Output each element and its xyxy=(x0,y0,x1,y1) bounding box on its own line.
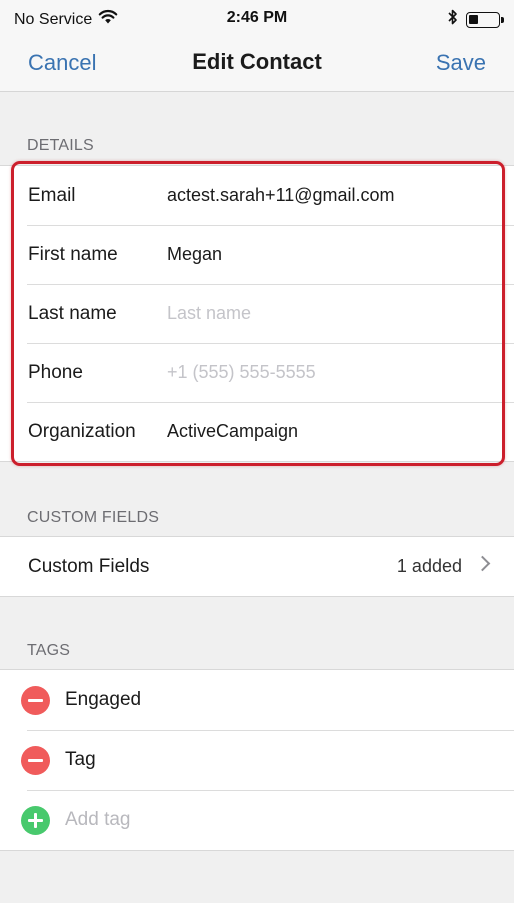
organization-row[interactable]: Organization xyxy=(0,402,514,461)
custom-fields-row[interactable]: Custom Fields 1 added xyxy=(0,537,514,596)
organization-field[interactable] xyxy=(167,421,487,442)
details-group: Email First name Last name Phone Organiz… xyxy=(0,165,514,462)
remove-circle-icon[interactable] xyxy=(21,745,50,775)
last-name-field[interactable] xyxy=(167,303,487,324)
first-name-row[interactable]: First name xyxy=(0,225,514,284)
email-field[interactable] xyxy=(167,185,487,206)
last-name-label: Last name xyxy=(28,302,117,324)
custom-fields-count: 1 added xyxy=(396,556,462,576)
navigation-bar: Cancel Edit Contact Save xyxy=(0,38,514,92)
save-button[interactable]: Save xyxy=(436,50,486,76)
bluetooth-icon xyxy=(448,8,458,31)
tag-row-tag: Tag xyxy=(0,730,514,790)
custom-fields-group: Custom Fields 1 added xyxy=(0,536,514,597)
status-time: 2:46 PM xyxy=(226,9,288,26)
add-tag-placeholder[interactable]: Add tag xyxy=(65,809,131,831)
tag-label: Engaged xyxy=(65,689,142,710)
tags-section-header: TAGS xyxy=(27,642,71,659)
phone-field[interactable] xyxy=(167,362,487,383)
phone-row[interactable]: Phone xyxy=(0,343,514,402)
custom-fields-label: Custom Fields xyxy=(28,555,150,577)
first-name-field[interactable] xyxy=(167,244,487,265)
add-tag-row[interactable]: Add tag xyxy=(0,790,514,850)
tag-row-engaged: Engaged xyxy=(0,670,514,730)
email-row[interactable]: Email xyxy=(0,166,514,225)
status-right xyxy=(448,8,504,31)
details-section-header: DETAILS xyxy=(27,137,94,154)
chevron-right-icon xyxy=(474,555,491,572)
remove-circle-icon[interactable] xyxy=(21,685,50,715)
add-circle-icon[interactable] xyxy=(21,805,50,835)
tag-label: Tag xyxy=(65,749,96,770)
custom-fields-section-header: CUSTOM FIELDS xyxy=(27,509,160,526)
battery-icon xyxy=(466,11,504,28)
status-bar: No Service 2:46 PM xyxy=(0,0,514,38)
email-label: Email xyxy=(28,184,76,206)
first-name-label: First name xyxy=(28,243,118,265)
tags-group: Engaged Tag Add tag xyxy=(0,669,514,851)
edit-contact-screen: No Service 2:46 PM Cancel Edit Contact S… xyxy=(0,0,514,903)
phone-label: Phone xyxy=(28,361,83,383)
organization-label: Organization xyxy=(28,420,136,442)
last-name-row[interactable]: Last name xyxy=(0,284,514,343)
battery-level xyxy=(469,14,478,24)
